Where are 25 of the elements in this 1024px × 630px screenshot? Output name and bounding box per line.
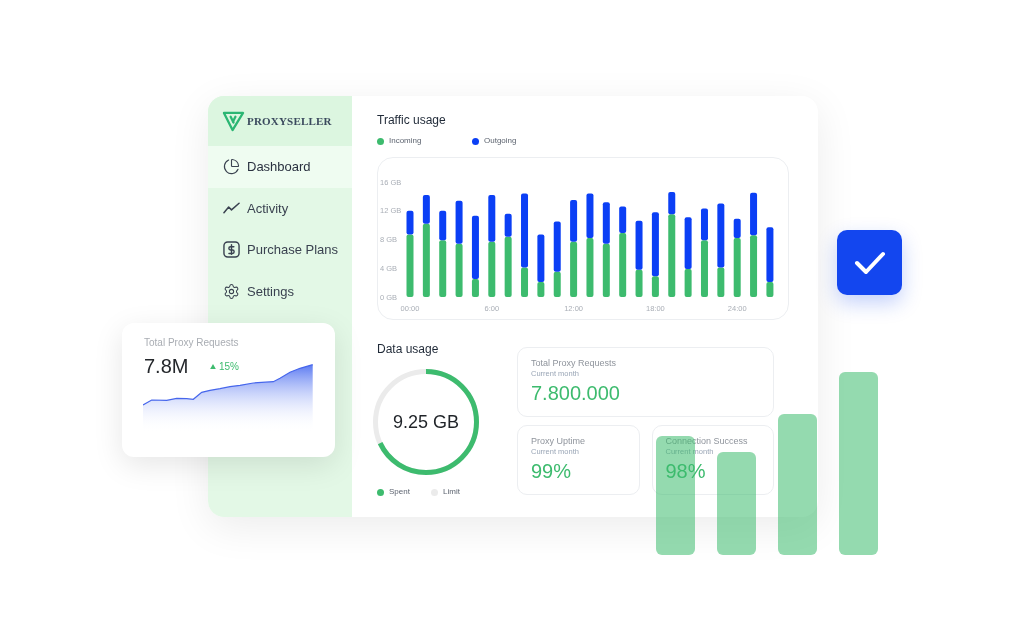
triangle-up-icon <box>210 363 216 369</box>
usage-value: 9.25 GB <box>392 410 459 434</box>
legend-label: Spent <box>389 486 410 498</box>
card-value: 7.8M <box>144 354 190 378</box>
stat-title: Proxy Uptime <box>531 435 585 447</box>
settings-icon <box>223 282 240 300</box>
stat-value: 99% <box>531 459 572 483</box>
line-chart-icon <box>223 202 240 215</box>
section-title: Traffic usage <box>377 112 446 128</box>
sidebar-item[interactable]: Purchase Plans <box>208 229 352 271</box>
stat-value: 7.800.000 <box>531 381 620 405</box>
sidebar-item[interactable]: Dashboard <box>208 146 352 188</box>
sidebar-item[interactable]: Settings <box>208 270 352 312</box>
card-title: Total Proxy Requests <box>144 336 239 350</box>
dollar-icon <box>223 241 240 259</box>
change-value: 15% <box>219 359 239 374</box>
section-title: Data usage <box>377 341 439 357</box>
logo-text: PROXYSELLER <box>247 113 332 129</box>
legend-label: Outgoing <box>484 135 517 147</box>
legend-label: Incoming <box>389 135 422 147</box>
pie-chart-icon <box>223 158 240 176</box>
stat-title: Total Proxy Requests <box>531 357 617 369</box>
sidebar-item[interactable]: Activity <box>208 187 352 229</box>
legend-label: Limit <box>443 486 460 498</box>
logo-icon <box>222 110 245 132</box>
